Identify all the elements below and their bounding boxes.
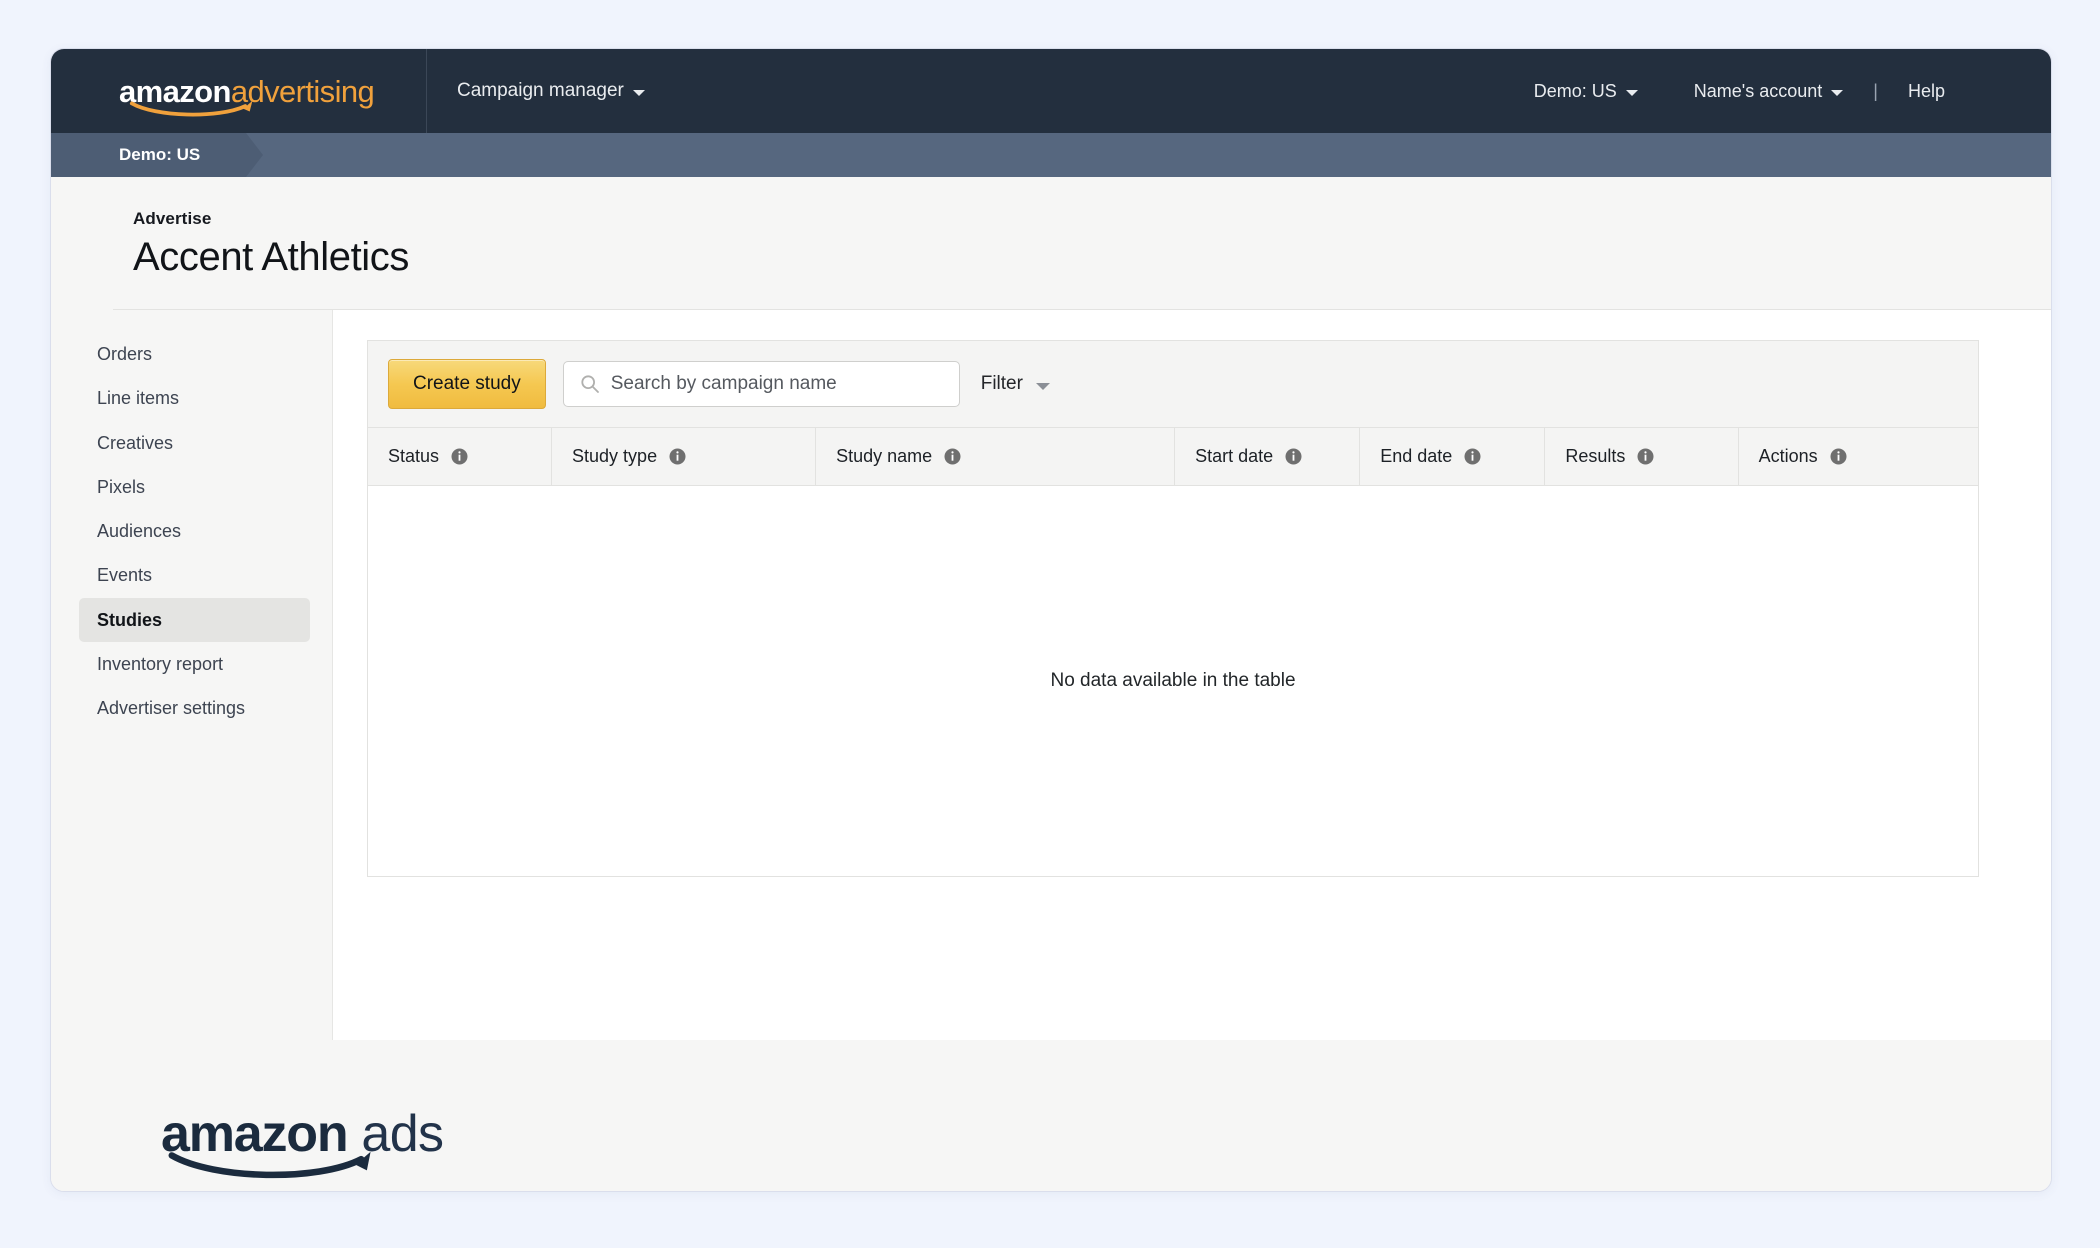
amazon-ads-logo: amazon ads <box>161 1108 444 1179</box>
column-header-actions[interactable]: Actions <box>1738 428 1978 486</box>
column-header-study-type-label: Study type <box>572 446 658 466</box>
page-header: Advertise Accent Athletics <box>51 177 2051 309</box>
column-header-start-date[interactable]: Start date <box>1174 428 1361 486</box>
chevron-down-icon <box>632 90 645 96</box>
sidebar-item-inventory-report[interactable]: Inventory report <box>79 642 310 686</box>
column-header-status-label: Status <box>388 446 440 466</box>
column-header-status[interactable]: Status <box>368 428 553 486</box>
top-navigation-bar: amazonadvertising Campaign manager Demo:… <box>51 49 2051 133</box>
account-menu-label: Name's account <box>1693 80 1823 101</box>
page-eyebrow: Advertise <box>133 209 212 228</box>
column-header-start-date-label: Start date <box>1195 446 1274 466</box>
column-header-results-label: Results <box>1565 446 1626 466</box>
account-breadcrumb-bar: Demo: US <box>51 133 2051 177</box>
column-header-end-date-label: End date <box>1380 446 1453 466</box>
breadcrumb-demo-us[interactable]: Demo: US <box>51 133 264 177</box>
amazon-smile-swoosh-icon <box>129 100 253 116</box>
topbar-separator: | <box>1873 80 1878 101</box>
column-header-study-name-label: Study name <box>836 446 933 466</box>
table-header-row: Status Study type Study name Start date … <box>368 428 1978 486</box>
table-empty-row: No data available in the table <box>368 485 1978 876</box>
studies-table: Status Study type Study name Start date … <box>368 428 1978 876</box>
main-content: Create study Filter <box>333 310 2051 1040</box>
filter-dropdown[interactable]: Filter <box>977 367 1054 401</box>
nav-campaign-manager-label: Campaign manager <box>457 80 624 101</box>
column-header-actions-label: Actions <box>1758 446 1818 466</box>
nav-campaign-manager[interactable]: Campaign manager <box>427 49 645 133</box>
chevron-down-icon <box>1035 382 1050 390</box>
info-icon[interactable] <box>451 448 468 465</box>
studies-table-header: Status Study type Study name Start date … <box>368 428 1978 486</box>
body-columns: Orders Line items Creatives Pixels Audie… <box>51 310 2051 1040</box>
app-window: amazonadvertising Campaign manager Demo:… <box>50 48 2052 1192</box>
column-header-results[interactable]: Results <box>1544 428 1739 486</box>
create-study-button[interactable]: Create study <box>388 359 546 409</box>
info-icon[interactable] <box>1637 448 1654 465</box>
sidebar-navigation: Orders Line items Creatives Pixels Audie… <box>51 310 333 1040</box>
studies-card: Create study Filter <box>367 340 1979 877</box>
sidebar-item-studies[interactable]: Studies <box>79 597 310 643</box>
amazon-smile-swoosh-icon <box>168 1151 371 1179</box>
search-field-wrapper <box>562 361 960 407</box>
sidebar-item-orders[interactable]: Orders <box>79 332 310 376</box>
info-icon[interactable] <box>944 448 961 465</box>
info-icon[interactable] <box>1830 448 1847 465</box>
amazon-advertising-logo[interactable]: amazonadvertising <box>51 49 426 133</box>
info-icon[interactable] <box>1285 448 1302 465</box>
studies-table-body: No data available in the table <box>368 485 1978 876</box>
sidebar-item-creatives[interactable]: Creatives <box>79 421 310 465</box>
column-header-study-name[interactable]: Study name <box>815 428 1176 486</box>
account-region-selector[interactable]: Demo: US <box>1506 49 1666 133</box>
studies-toolbar: Create study Filter <box>368 341 1978 428</box>
column-header-study-type[interactable]: Study type <box>551 428 817 486</box>
page-title: Accent Athletics <box>133 235 409 279</box>
help-link[interactable]: Help <box>1880 49 1973 133</box>
sidebar-item-advertiser-settings[interactable]: Advertiser settings <box>79 686 310 730</box>
table-empty-message: No data available in the table <box>368 485 1978 876</box>
chevron-down-icon <box>1831 90 1844 96</box>
filter-dropdown-label: Filter <box>980 373 1023 394</box>
column-header-end-date[interactable]: End date <box>1359 428 1546 486</box>
topbar-right-group: Demo: US Name's account | Help <box>1506 49 2051 133</box>
info-icon[interactable] <box>669 448 686 465</box>
account-region-label: Demo: US <box>1533 80 1617 101</box>
sidebar-item-events[interactable]: Events <box>79 553 310 597</box>
sidebar-item-audiences[interactable]: Audiences <box>79 509 310 553</box>
account-menu[interactable]: Name's account <box>1666 49 1872 133</box>
chevron-down-icon <box>1625 90 1638 96</box>
sidebar-item-pixels[interactable]: Pixels <box>79 465 310 509</box>
sidebar-item-line-items[interactable]: Line items <box>79 376 310 420</box>
page-footer: amazon ads <box>51 1040 2051 1191</box>
info-icon[interactable] <box>1464 448 1481 465</box>
search-input[interactable] <box>562 361 960 407</box>
